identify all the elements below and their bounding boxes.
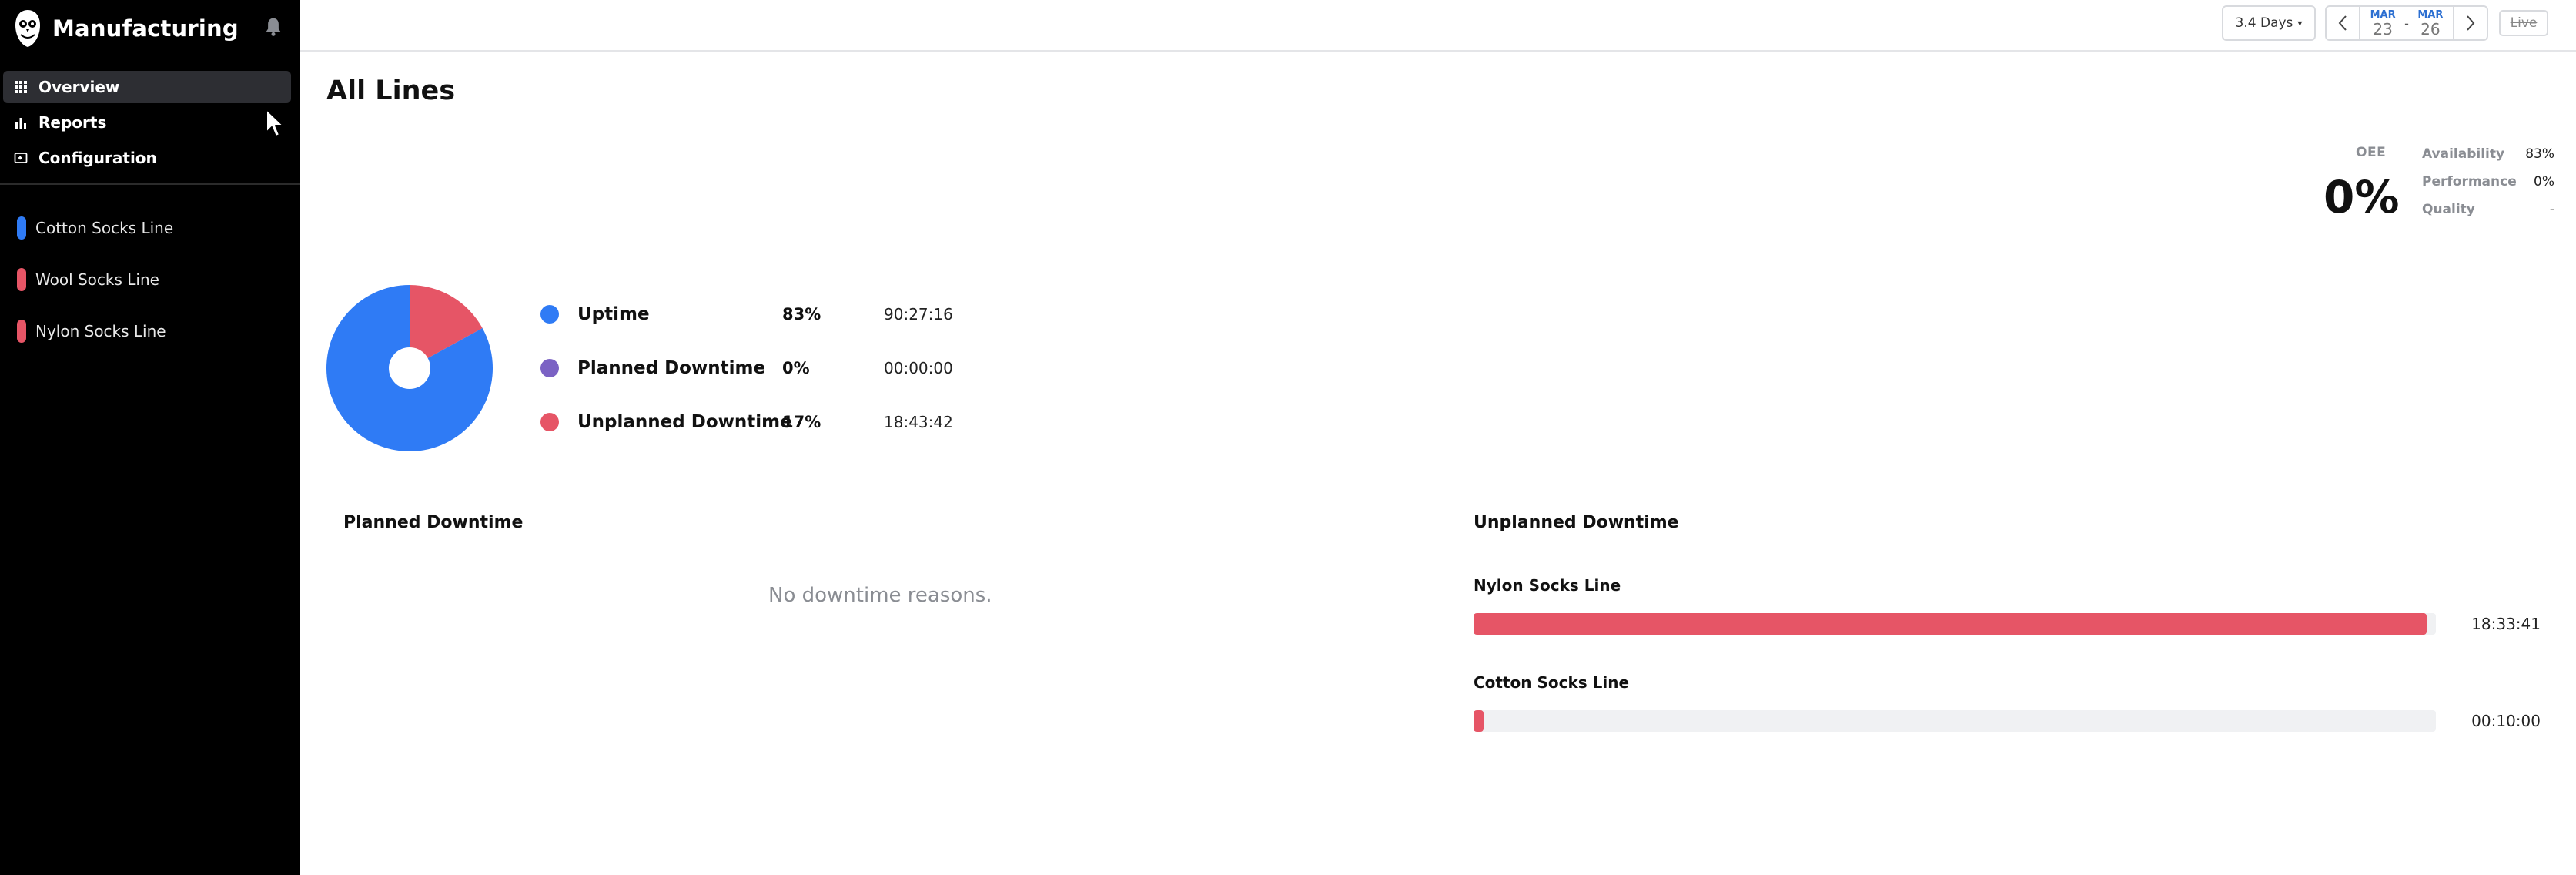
line-list: Cotton Socks Line Wool Socks Line Nylon … <box>17 202 294 357</box>
legend-percent: 83% <box>782 305 821 324</box>
nav-label-reports: Reports <box>38 113 107 132</box>
chevron-right-icon <box>2467 15 2475 31</box>
oee-label: OEE <box>2356 145 2387 160</box>
sidebar-divider <box>0 183 300 185</box>
downtime-duration: 18:33:41 <box>2471 615 2541 633</box>
legend-dot <box>540 359 559 377</box>
downtime-line-label: Nylon Socks Line <box>1474 576 1621 595</box>
unplanned-downtime-title: Unplanned Downtime <box>1474 513 1679 532</box>
downtime-bar-track <box>1474 710 2436 732</box>
end-date: MAR 26 <box>2414 9 2447 38</box>
date-range-display[interactable]: MAR 23 - MAR 26 <box>2360 7 2453 39</box>
metric-value: - <box>2549 202 2554 217</box>
downtime-line-label: Cotton Socks Line <box>1474 673 1630 692</box>
line-color-pill <box>17 267 26 291</box>
pie-center-hole <box>389 347 430 389</box>
mouse-cursor-icon <box>266 109 284 137</box>
legend-duration: 90:27:16 <box>884 305 953 324</box>
line-label: Nylon Socks Line <box>35 321 166 340</box>
metric-value: 0% <box>2534 174 2554 189</box>
downtime-bar-fill <box>1474 710 1484 732</box>
prev-range-button[interactable] <box>2327 7 2360 39</box>
legend-duration: 18:43:42 <box>884 413 953 431</box>
start-date: MAR 23 <box>2366 9 2400 38</box>
oee-value: 0% <box>2323 171 2400 223</box>
legend-duration: 00:00:00 <box>884 359 953 377</box>
end-day: 26 <box>2420 19 2441 39</box>
line-label: Wool Socks Line <box>35 270 159 289</box>
grid-icon <box>15 81 27 93</box>
legend-row-planned: Planned Downtime 0% 00:00:00 <box>540 353 953 384</box>
start-day: 23 <box>2373 19 2393 39</box>
metric-label: Quality <box>2422 202 2475 217</box>
start-month: MAR <box>2370 8 2396 21</box>
line-label: Cotton Socks Line <box>35 218 174 237</box>
metric-label: Availability <box>2422 146 2505 162</box>
end-month: MAR <box>2417 8 2444 21</box>
downtime-duration: 00:10:00 <box>2471 712 2541 730</box>
uptime-pie-chart <box>326 285 493 451</box>
legend-name: Uptime <box>577 304 650 324</box>
caret-down-icon: ▾ <box>2297 18 2303 28</box>
downtime-bar-fill <box>1474 613 2427 635</box>
date-range-picker: MAR 23 - MAR 26 <box>2325 5 2488 41</box>
live-button[interactable]: Live <box>2499 10 2548 36</box>
date-separator: - <box>2404 15 2409 31</box>
page-title: All Lines <box>326 75 456 106</box>
nav-item-overview[interactable]: Overview <box>3 71 291 103</box>
main-nav: Overview Reports Configuration <box>3 71 291 177</box>
sidebar: Manufacturing Overview Reports Configura… <box>0 0 300 875</box>
legend-percent: 0% <box>782 359 810 377</box>
app-title: Manufacturing <box>52 15 239 42</box>
legend-percent: 17% <box>782 413 821 431</box>
range-label: 3.4 Days <box>2235 15 2293 31</box>
line-item-nylon[interactable]: Nylon Socks Line <box>17 305 294 357</box>
config-icon <box>14 153 28 163</box>
metric-availability: Availability 83% <box>2422 145 2554 163</box>
brand[interactable]: Manufacturing <box>14 6 239 51</box>
nav-label-configuration: Configuration <box>38 149 157 167</box>
nav-item-reports[interactable]: Reports <box>3 106 291 139</box>
nav-label-overview: Overview <box>38 78 120 96</box>
top-bar: 3.4 Days ▾ MAR 23 - MAR 26 Live <box>300 0 2576 52</box>
bell-icon[interactable] <box>262 15 285 39</box>
bar-chart-icon <box>15 118 26 129</box>
legend-name: Planned Downtime <box>577 358 766 378</box>
metric-performance: Performance 0% <box>2422 173 2554 191</box>
line-item-cotton[interactable]: Cotton Socks Line <box>17 202 294 253</box>
planned-downtime-title: Planned Downtime <box>343 513 524 532</box>
owl-logo-icon <box>15 10 40 47</box>
downtime-bar-track <box>1474 613 2436 635</box>
metric-quality: Quality - <box>2422 200 2554 219</box>
legend-dot <box>540 305 559 324</box>
line-color-pill <box>17 216 26 240</box>
line-item-wool[interactable]: Wool Socks Line <box>17 253 294 305</box>
metric-label: Performance <box>2422 174 2517 189</box>
nav-item-configuration[interactable]: Configuration <box>3 142 291 174</box>
next-range-button[interactable] <box>2453 7 2487 39</box>
legend-row-unplanned: Unplanned Downtime 17% 18:43:42 <box>540 407 953 437</box>
range-dropdown[interactable]: 3.4 Days ▾ <box>2222 5 2316 41</box>
empty-state-text: No downtime reasons. <box>768 584 992 607</box>
legend-row-uptime: Uptime 83% 90:27:16 <box>540 299 953 330</box>
metric-value: 83% <box>2525 146 2554 162</box>
chevron-left-icon <box>2338 15 2347 31</box>
legend-dot <box>540 413 559 431</box>
legend-name: Unplanned Downtime <box>577 412 792 432</box>
line-color-pill <box>17 319 26 343</box>
